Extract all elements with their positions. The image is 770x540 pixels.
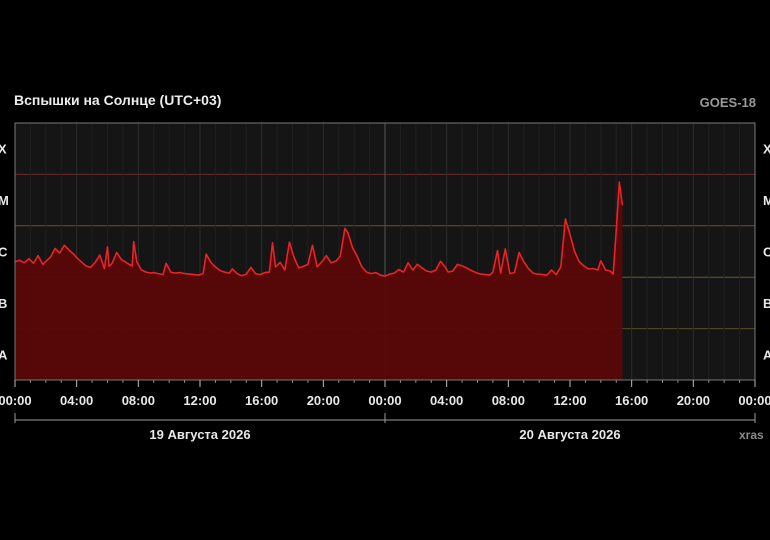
flare-chart: X X M M C C B B A A 00:00 04:00 08:00 12:00 16:00 20:00… (0, 122, 770, 442)
x-tick-label: 08:00 (492, 393, 525, 408)
x-tick-label: 00:00 (0, 393, 32, 408)
date-label: 19 Августа 2026 (149, 427, 250, 442)
y-class-label-left: M (0, 193, 9, 208)
x-tick-label: 12:00 (553, 393, 586, 408)
x-tick-label: 20:00 (677, 393, 710, 408)
y-class-label-right: M (763, 193, 770, 208)
y-class-label-right: B (763, 296, 770, 311)
x-tick-label: 12:00 (183, 393, 216, 408)
date-label: 20 Августа 2026 (519, 427, 620, 442)
x-tick-label: 08:00 (122, 393, 155, 408)
x-tick-label: 04:00 (60, 393, 93, 408)
y-class-label-left: X (0, 142, 7, 157)
y-class-label-left: A (0, 347, 8, 362)
x-tick-label: 00:00 (738, 393, 770, 408)
watermark: xras (739, 428, 764, 442)
x-tick-label: 04:00 (430, 393, 463, 408)
x-tick-label: 16:00 (615, 393, 648, 408)
x-tick-label: 20:00 (307, 393, 340, 408)
y-class-label-left: C (0, 245, 8, 260)
y-class-label-left: B (0, 296, 7, 311)
x-tick-label: 00:00 (368, 393, 401, 408)
y-class-label-right: X (763, 142, 770, 157)
y-class-label-right: C (763, 245, 770, 260)
y-class-label-right: A (763, 347, 770, 362)
x-tick-label: 16:00 (245, 393, 278, 408)
